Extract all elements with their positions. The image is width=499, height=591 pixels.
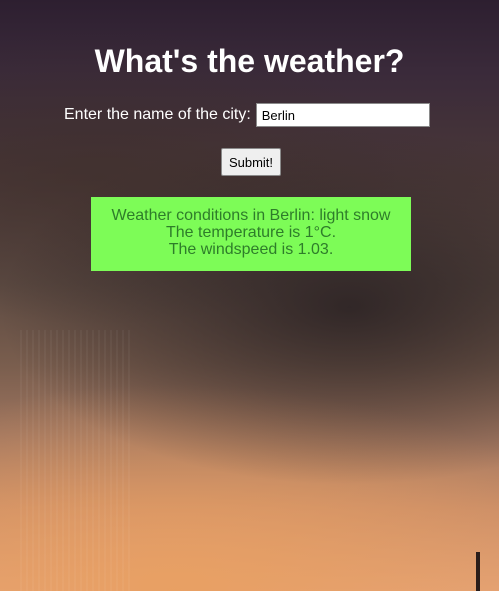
weather-conditions-text: Weather conditions in Berlin: light snow	[111, 207, 391, 224]
city-input[interactable]	[255, 103, 430, 127]
rain-streaks	[20, 330, 130, 591]
weather-result-box: Weather conditions in Berlin: light snow…	[91, 197, 411, 271]
city-label: Enter the name of the city:	[64, 106, 251, 123]
submit-button[interactable]: Submit!	[221, 148, 281, 176]
tv-tower-silhouette	[476, 552, 480, 591]
temperature-text: The temperature is 1°C.	[165, 224, 337, 241]
windspeed-text: The windspeed is 1.03.	[168, 241, 334, 258]
city-form: Enter the name of the city:	[64, 101, 430, 129]
page-title: What's the weather?	[94, 43, 405, 79]
